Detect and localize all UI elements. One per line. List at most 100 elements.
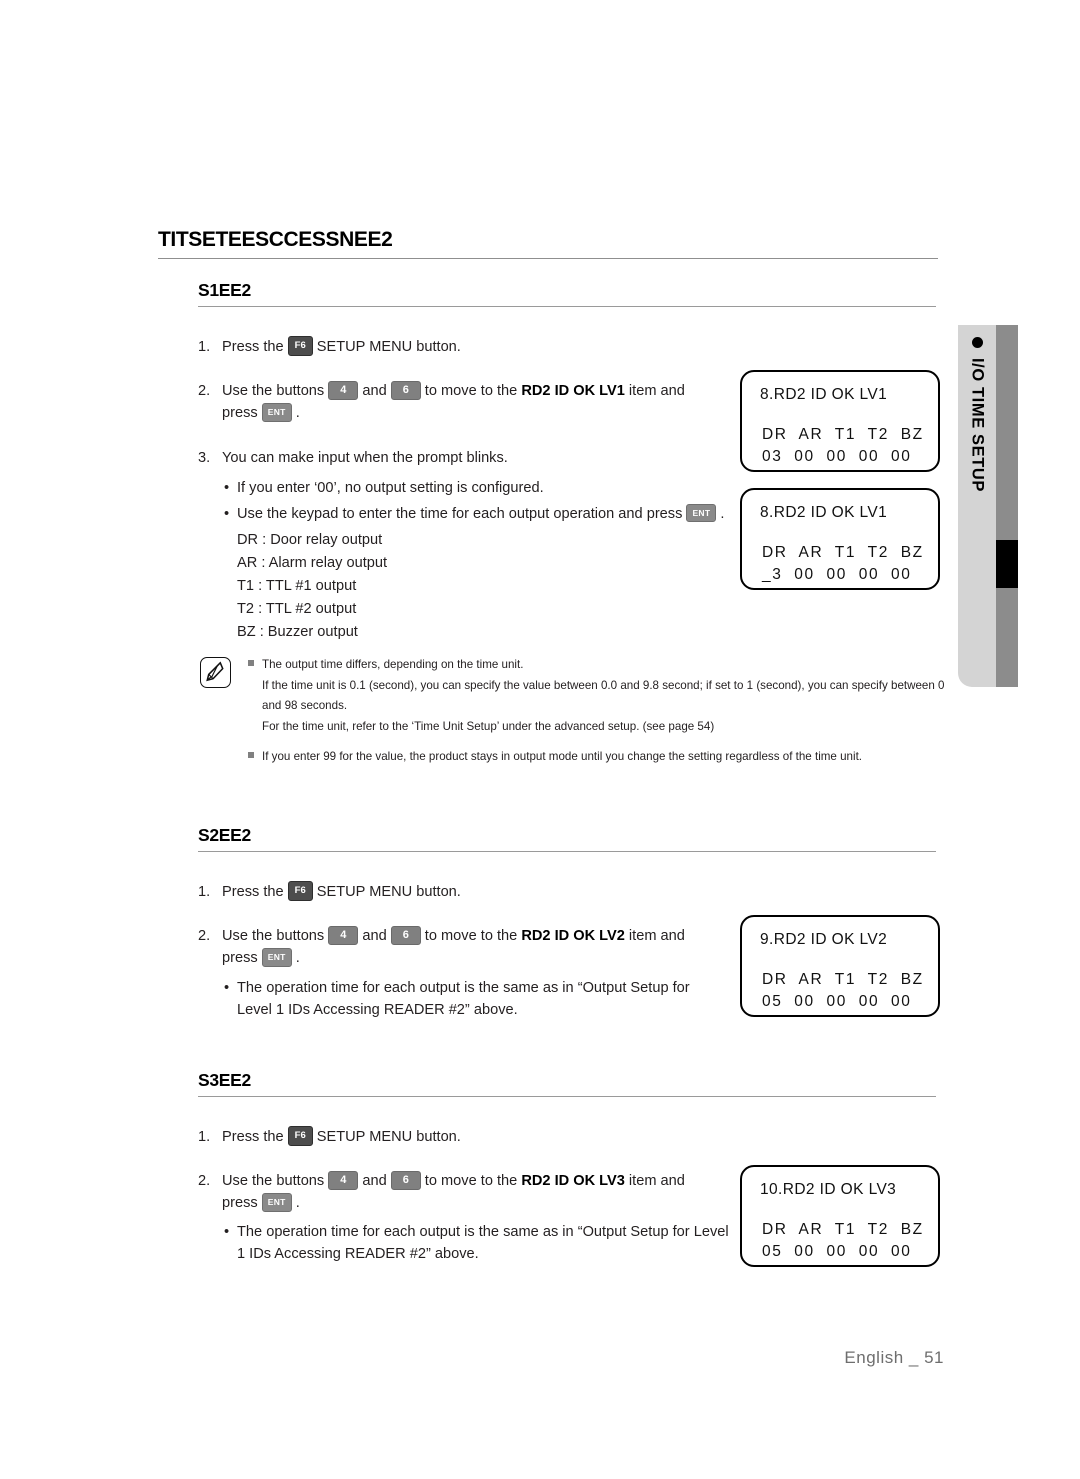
step-text-post: SETUP MENU button. bbox=[312, 1129, 461, 1145]
note-item: If you enter 99 for the value, the produ… bbox=[248, 747, 960, 768]
lcd-title: 8.RD2 ID OK LV1 bbox=[760, 386, 888, 403]
output-def-t1: T1 : TTL #1 output bbox=[237, 578, 357, 594]
lcd-header-row: DR AR T1 T2 BZ bbox=[762, 1221, 924, 1238]
output-def-ar: AR : Alarm relay output bbox=[237, 555, 388, 571]
note-item: The output time differs, depending on th… bbox=[248, 655, 960, 738]
step-text-pre: Press the bbox=[222, 884, 288, 900]
section3-step-2: 2. Use the buttons 4 and 6 to move to th… bbox=[198, 1170, 723, 1214]
lcd-screen: 9.RD2 ID OK LV2 DR AR T1 T2 BZ 05 00 00 … bbox=[740, 915, 940, 1017]
step-text-mid2: to move to the bbox=[420, 383, 522, 399]
side-tab-marker bbox=[996, 540, 1018, 588]
step-number: 2. bbox=[198, 1173, 211, 1189]
bullet-text-body: Use the keypad to enter the time for eac… bbox=[237, 506, 683, 522]
step-text-mid2: to move to the bbox=[420, 928, 522, 944]
side-tab-label: I/O TIME SETUP bbox=[968, 358, 987, 492]
lcd-header-row: DR AR T1 T2 BZ bbox=[762, 544, 924, 561]
lcd-title: 9.RD2 ID OK LV2 bbox=[760, 931, 888, 948]
step-number: 1. bbox=[198, 884, 211, 900]
lcd-title: 10.RD2 ID OK LV3 bbox=[760, 1181, 897, 1198]
bullet-dot-icon bbox=[971, 337, 983, 348]
section3-bullet-1: • The operation time for each output is … bbox=[224, 1221, 734, 1265]
section-heading-3: S3EE2 bbox=[198, 1070, 936, 1097]
bullet-text-line2: 1 IDs Accessing READER #2” above. bbox=[237, 1246, 479, 1263]
key-f6[interactable]: F6 bbox=[287, 881, 313, 901]
key-f6[interactable]: F6 bbox=[287, 336, 313, 356]
key-ent[interactable]: ENT bbox=[261, 1193, 292, 1212]
key-6[interactable]: 6 bbox=[390, 925, 421, 945]
step-number: 2. bbox=[198, 928, 211, 944]
lcd-title: 8.RD2 ID OK LV1 bbox=[760, 504, 888, 521]
key-ent[interactable]: ENT bbox=[686, 503, 717, 523]
step-text-mid2: to move to the bbox=[420, 1173, 522, 1189]
bullet-icon: • bbox=[224, 980, 230, 996]
section2-bullet-1: • The operation time for each output is … bbox=[224, 977, 724, 1021]
bullet-text-line1: The operation time for each output is th… bbox=[237, 1224, 729, 1240]
section1-step-1: 1. Press the F6 SETUP MENU button. bbox=[198, 336, 718, 358]
page-footer: English _ 51 bbox=[844, 1348, 944, 1367]
lcd-header-row: DR AR T1 T2 BZ bbox=[762, 426, 924, 443]
note-line: If you enter 99 for the value, the produ… bbox=[262, 749, 863, 763]
step-text-post: . bbox=[291, 950, 300, 967]
step-text-mid: and bbox=[358, 1173, 391, 1189]
square-bullet-icon bbox=[248, 655, 262, 738]
note-line: The output time differs, depending on th… bbox=[262, 658, 524, 671]
section1-step-3: 3. You can make input when the prompt bl… bbox=[198, 447, 718, 469]
lcd-value-row: 05 00 00 00 00 bbox=[762, 1243, 912, 1260]
step-text: Press the F6 SETUP MENU button. bbox=[222, 1126, 718, 1148]
step-text-post: SETUP MENU button. bbox=[312, 339, 461, 355]
key-f6[interactable]: F6 bbox=[287, 1126, 313, 1146]
bullet-text: The operation time for each output is th… bbox=[237, 1221, 729, 1265]
step-text-pre: Use the buttons bbox=[222, 928, 329, 944]
note-pen-glyph bbox=[206, 661, 224, 682]
step-text-pre: Use the buttons bbox=[222, 383, 329, 399]
step-text-post: . bbox=[291, 1195, 300, 1212]
side-tab-panel: I/O TIME SETUP bbox=[958, 325, 996, 687]
note-pen-icon bbox=[200, 657, 231, 688]
step-text: Use the buttons 4 and 6 to move to the R… bbox=[222, 1170, 723, 1214]
step-text: Press the F6 SETUP MENU button. bbox=[222, 336, 718, 358]
key-6[interactable]: 6 bbox=[390, 1170, 421, 1190]
section1-step-2: 2. Use the buttons 4 and 6 to move to th… bbox=[198, 380, 723, 424]
key-4[interactable]: 4 bbox=[328, 1170, 359, 1190]
lcd-screen: 10.RD2 ID OK LV3 DR AR T1 T2 BZ 05 00 00… bbox=[740, 1165, 940, 1267]
step-text: Press the F6 SETUP MENU button. bbox=[222, 881, 718, 903]
note-item-text: The output time differs, depending on th… bbox=[262, 655, 960, 738]
section3-step-1: 1. Press the F6 SETUP MENU button. bbox=[198, 1126, 718, 1148]
step-number: 1. bbox=[198, 1129, 211, 1145]
lcd-header-row: DR AR T1 T2 BZ bbox=[762, 971, 924, 988]
note-line: If the time unit is 0.1 (second), you ca… bbox=[262, 678, 945, 713]
menu-item-name: RD2 ID OK LV2 bbox=[521, 928, 625, 944]
step-text-pre: Press the bbox=[222, 339, 288, 355]
bullet-text-line1: The operation time for each output is th… bbox=[237, 980, 690, 996]
key-4[interactable]: 4 bbox=[328, 925, 359, 945]
lcd-value-row: _3 00 00 00 00 bbox=[762, 566, 912, 583]
step-number: 3. bbox=[198, 450, 211, 466]
section2-step-1: 1. Press the F6 SETUP MENU button. bbox=[198, 881, 718, 903]
square-bullet-icon bbox=[248, 747, 262, 768]
menu-item-name: RD2 ID OK LV3 bbox=[521, 1173, 625, 1189]
section-heading-1: S1EE2 bbox=[198, 280, 936, 307]
output-def-dr: DR : Door relay output bbox=[237, 532, 383, 548]
key-4[interactable]: 4 bbox=[328, 380, 359, 400]
side-tab-bar bbox=[996, 325, 1018, 687]
lcd-screen: 8.RD2 ID OK LV1 DR AR T1 T2 BZ 03 00 00 … bbox=[740, 370, 940, 472]
output-def-t2: T2 : TTL #2 output bbox=[237, 601, 357, 617]
step-text-pre: Press the bbox=[222, 1129, 288, 1145]
lcd-screen: 8.RD2 ID OK LV1 DR AR T1 T2 BZ _3 00 00 … bbox=[740, 488, 940, 590]
bullet-text: If you enter ‘00’, no output setting is … bbox=[237, 480, 544, 496]
document-page: I/O TIME SETUP TITSETEESCCESSNEE2 S1EE2 … bbox=[0, 0, 1080, 1479]
note-item-text: If you enter 99 for the value, the produ… bbox=[262, 747, 960, 768]
menu-item-name: RD2 ID OK LV1 bbox=[521, 383, 625, 399]
section1-bullet-2: • Use the keypad to enter the time for e… bbox=[224, 503, 744, 525]
section2-step-2: 2. Use the buttons 4 and 6 to move to th… bbox=[198, 925, 723, 969]
key-ent[interactable]: ENT bbox=[261, 948, 292, 967]
step-number: 1. bbox=[198, 339, 211, 355]
note-line: For the time unit, refer to the ‘Time Un… bbox=[262, 719, 715, 733]
step-text-post: SETUP MENU button. bbox=[312, 884, 461, 900]
key-6[interactable]: 6 bbox=[390, 380, 421, 400]
bullet-text: The operation time for each output is th… bbox=[237, 977, 690, 1021]
step-text-post: . bbox=[291, 405, 300, 422]
bullet-icon: • bbox=[224, 480, 230, 496]
key-ent[interactable]: ENT bbox=[261, 403, 292, 422]
step-text: Use the buttons 4 and 6 to move to the R… bbox=[222, 925, 723, 969]
